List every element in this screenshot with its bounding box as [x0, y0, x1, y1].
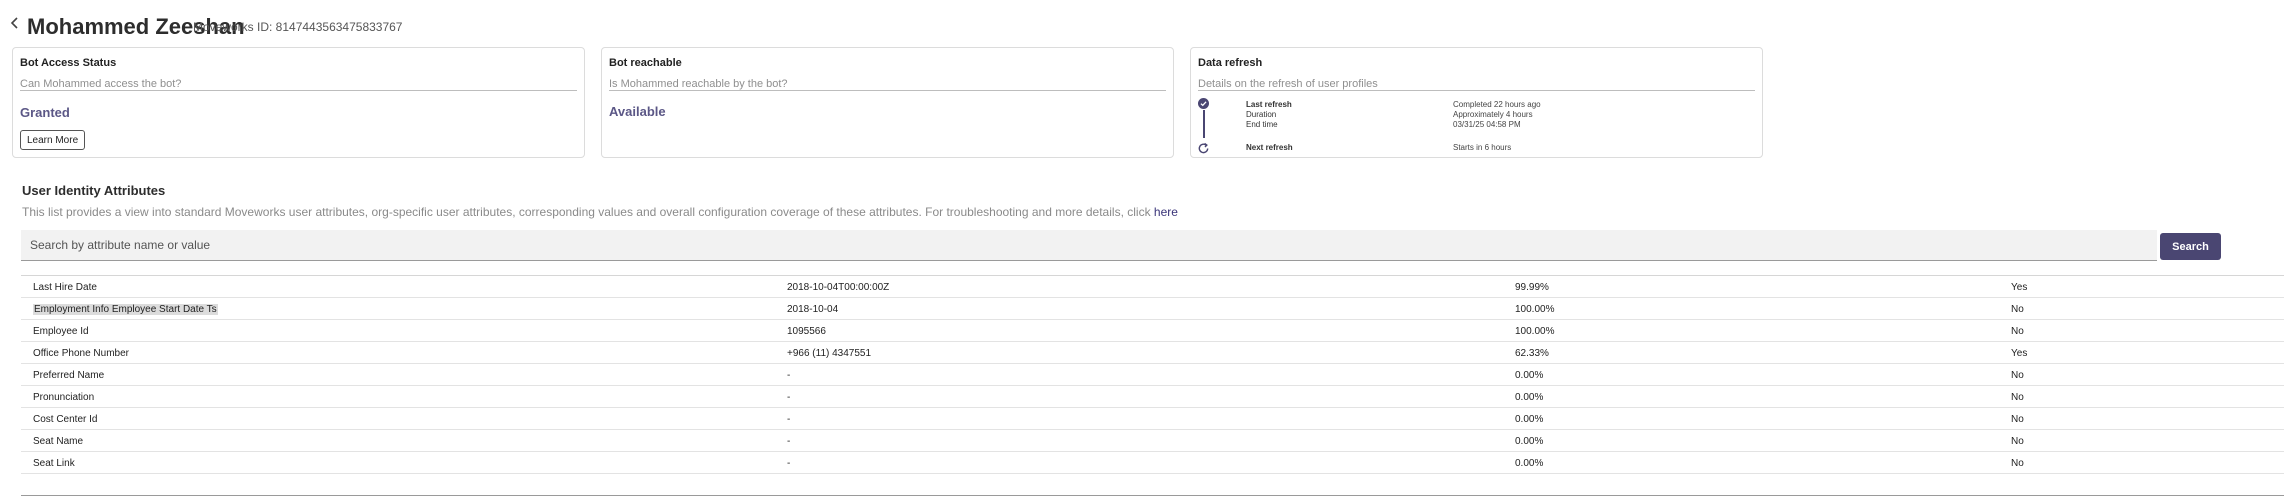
divider [609, 90, 1166, 91]
next-refresh-label: Next refresh [1246, 143, 1293, 152]
help-link[interactable]: here [1154, 205, 1178, 219]
attribute-value: - [787, 370, 791, 381]
table-row: Employee Id 1095566 100.00% No [21, 320, 2284, 342]
attribute-coverage: 62.33% [1515, 348, 1549, 359]
attribute-flag: No [2011, 414, 2024, 425]
card-title: Bot Access Status [20, 57, 117, 69]
attribute-name: Pronunciation [33, 392, 95, 403]
attribute-coverage: 0.00% [1515, 458, 1544, 469]
section-description: This list provides a view into standard … [22, 205, 1178, 219]
table-row: Seat Name - 0.00% No [21, 430, 2284, 452]
access-status: Granted [20, 105, 70, 120]
attribute-name: Employment Info Employee Start Date Ts [33, 304, 218, 315]
attribute-value: 2018-10-04T00:00:00Z [787, 282, 890, 293]
description-text: This list provides a view into standard … [22, 205, 1154, 219]
attribute-name: Employee Id [33, 326, 89, 337]
selected-text: Employment Info Employee Start Date Ts [33, 304, 218, 315]
attribute-name: Seat Link [33, 458, 75, 469]
attributes-table: Last Hire Date 2018-10-04T00:00:00Z 99.9… [21, 275, 2284, 474]
card-title: Data refresh [1198, 57, 1263, 69]
search-button[interactable]: Search [2160, 233, 2221, 260]
data-refresh-card: Data refresh Details on the refresh of u… [1190, 47, 1763, 158]
last-refresh-value: Completed 22 hours ago [1453, 100, 1541, 109]
attribute-value: - [787, 458, 791, 469]
divider [1198, 90, 1755, 91]
section-title: User Identity Attributes [22, 183, 166, 198]
card-description: Is Mohammed reachable by the bot? [609, 78, 788, 90]
table-row: Employment Info Employee Start Date Ts 2… [21, 298, 2284, 320]
attribute-value: - [787, 414, 791, 425]
end-time-value: 03/31/25 04:58 PM [1453, 120, 1521, 129]
table-row: Last Hire Date 2018-10-04T00:00:00Z 99.9… [21, 276, 2284, 298]
attribute-name: Office Phone Number [33, 348, 129, 359]
attribute-value: 2018-10-04 [787, 304, 839, 315]
attribute-coverage: 0.00% [1515, 414, 1544, 425]
attribute-flag: No [2011, 304, 2024, 315]
card-title: Bot reachable [609, 57, 682, 69]
learn-more-button[interactable]: Learn More [20, 130, 86, 150]
attribute-flag: No [2011, 436, 2024, 447]
table-row: Cost Center Id - 0.00% No [21, 408, 2284, 430]
attribute-name: Last Hire Date [33, 282, 97, 293]
reachable-status: Available [609, 104, 666, 119]
user-id: Moveworks ID: 8147443563475833767 [193, 20, 403, 34]
attribute-coverage: 0.00% [1515, 436, 1544, 447]
attribute-value: - [787, 436, 791, 447]
refresh-icon [1198, 142, 1209, 154]
table-row: Seat Link - 0.00% No [21, 452, 2284, 474]
attribute-name: Cost Center Id [33, 414, 98, 425]
card-description: Details on the refresh of user profiles [1198, 78, 1378, 90]
card-description: Can Mohammed access the bot? [20, 78, 182, 90]
duration-label: Duration [1246, 110, 1277, 119]
timeline-line [1203, 110, 1205, 138]
attribute-value: - [787, 392, 791, 403]
bot-reachable-card: Bot reachable Is Mohammed reachable by t… [601, 47, 1174, 158]
search-input[interactable] [21, 230, 2157, 261]
table-row: Preferred Name - 0.00% No [21, 364, 2284, 386]
last-refresh-label: Last refresh [1246, 100, 1292, 109]
attribute-value: +966 (11) 4347551 [787, 348, 872, 359]
table-bottom-border [21, 495, 2284, 496]
attribute-flag: No [2011, 370, 2024, 381]
attribute-flag: Yes [2011, 348, 2028, 359]
end-time-label: End time [1246, 120, 1278, 129]
attribute-coverage: 0.00% [1515, 392, 1544, 403]
duration-value: Approximately 4 hours [1453, 110, 1533, 119]
attribute-value: 1095566 [787, 326, 826, 337]
attribute-name: Seat Name [33, 436, 84, 447]
chevron-left-icon[interactable] [8, 16, 22, 30]
table-row: Pronunciation - 0.00% No [21, 386, 2284, 408]
check-circle-icon [1198, 98, 1209, 109]
attribute-flag: No [2011, 392, 2024, 403]
attribute-coverage: 99.99% [1515, 282, 1549, 293]
attribute-coverage: 100.00% [1515, 326, 1555, 337]
table-row: Office Phone Number +966 (11) 4347551 62… [21, 342, 2284, 364]
attribute-name: Preferred Name [33, 370, 105, 381]
attribute-flag: No [2011, 326, 2024, 337]
attribute-flag: Yes [2011, 282, 2028, 293]
bot-access-card: Bot Access Status Can Mohammed access th… [12, 47, 585, 158]
next-refresh-value: Starts in 6 hours [1453, 143, 1512, 152]
divider [20, 90, 577, 91]
attribute-coverage: 100.00% [1515, 304, 1555, 315]
attribute-flag: No [2011, 458, 2024, 469]
attribute-coverage: 0.00% [1515, 370, 1544, 381]
